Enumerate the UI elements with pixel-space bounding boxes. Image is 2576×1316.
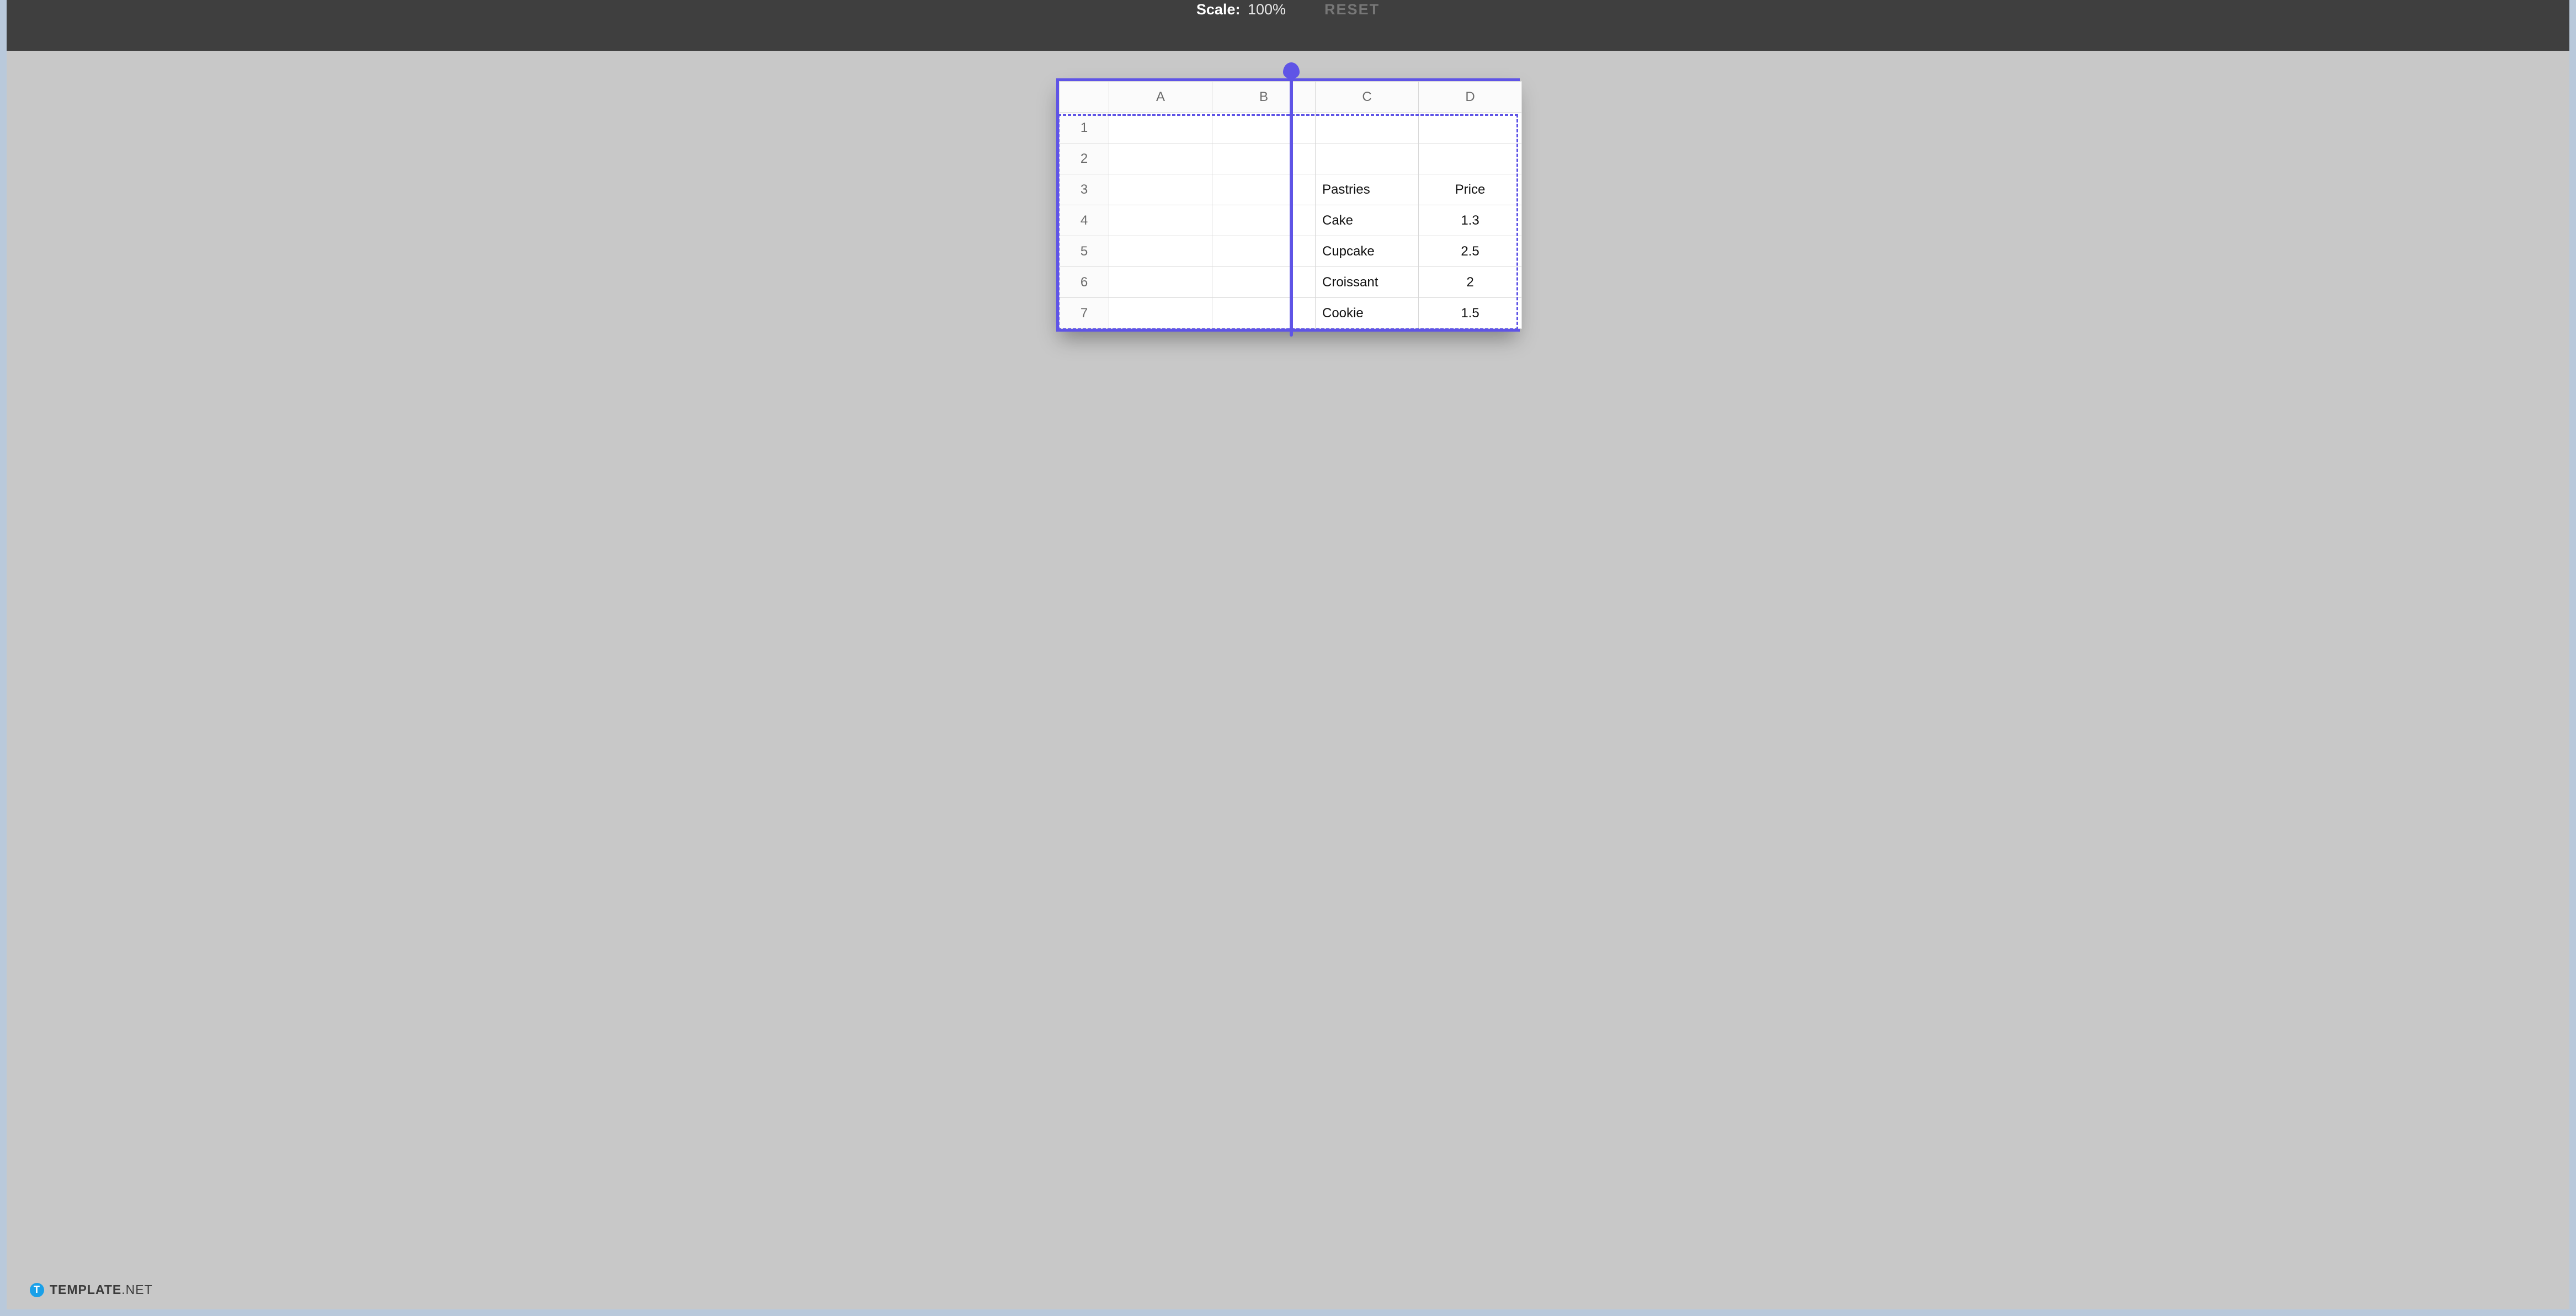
- cell-a1[interactable]: [1109, 113, 1212, 143]
- scale-label: Scale:: [1196, 1, 1241, 18]
- cell-b2[interactable]: [1212, 143, 1316, 174]
- row-header-1[interactable]: 1: [1060, 113, 1109, 143]
- watermark-brand-thin: .NET: [121, 1282, 152, 1297]
- cell-d7[interactable]: 1.5: [1419, 298, 1522, 329]
- row-header-6[interactable]: 6: [1060, 267, 1109, 298]
- watermark-logo-icon: T: [30, 1283, 44, 1297]
- cell-c4[interactable]: Cake: [1316, 205, 1419, 236]
- cell-c2[interactable]: [1316, 143, 1419, 174]
- column-header-c[interactable]: C: [1316, 82, 1419, 113]
- cell-b5[interactable]: [1212, 236, 1316, 267]
- row-4: 4 Cake 1.3: [1060, 205, 1522, 236]
- column-header-d[interactable]: D: [1419, 82, 1522, 113]
- row-5: 5 Cupcake 2.5: [1060, 236, 1522, 267]
- cell-d4[interactable]: 1.3: [1419, 205, 1522, 236]
- row-1: 1: [1060, 113, 1522, 143]
- cell-a5[interactable]: [1109, 236, 1212, 267]
- cell-c6[interactable]: Croissant: [1316, 267, 1419, 298]
- cell-b4[interactable]: [1212, 205, 1316, 236]
- row-header-3[interactable]: 3: [1060, 174, 1109, 205]
- cell-b1[interactable]: [1212, 113, 1316, 143]
- row-header-7[interactable]: 7: [1060, 298, 1109, 329]
- row-7: 7 Cookie 1.5: [1060, 298, 1522, 329]
- cell-d6[interactable]: 2: [1419, 267, 1522, 298]
- cell-c1[interactable]: [1316, 113, 1419, 143]
- spreadsheet-grid[interactable]: A B C D 1 2: [1059, 81, 1522, 329]
- spreadsheet-object[interactable]: A B C D 1 2: [1056, 78, 1520, 332]
- row-3: 3 Pastries Price: [1060, 174, 1522, 205]
- reset-button[interactable]: RESET: [1324, 1, 1380, 18]
- scale-value: 100%: [1248, 1, 1286, 18]
- column-header-b[interactable]: B: [1212, 82, 1316, 113]
- row-2: 2: [1060, 143, 1522, 174]
- cell-a4[interactable]: [1109, 205, 1212, 236]
- row-6: 6 Croissant 2: [1060, 267, 1522, 298]
- cell-c3[interactable]: Pastries: [1316, 174, 1419, 205]
- row-header-4[interactable]: 4: [1060, 205, 1109, 236]
- cell-c7[interactable]: Cookie: [1316, 298, 1419, 329]
- cell-a6[interactable]: [1109, 267, 1212, 298]
- watermark-text: TEMPLATE.NET: [50, 1282, 153, 1297]
- cell-a2[interactable]: [1109, 143, 1212, 174]
- watermark-brand-bold: TEMPLATE: [50, 1282, 121, 1297]
- cell-d2[interactable]: [1419, 143, 1522, 174]
- row-header-2[interactable]: 2: [1060, 143, 1109, 174]
- cell-b7[interactable]: [1212, 298, 1316, 329]
- cell-d1[interactable]: [1419, 113, 1522, 143]
- watermark: T TEMPLATE.NET: [30, 1282, 153, 1297]
- cell-b3[interactable]: [1212, 174, 1316, 205]
- spreadsheet-frame: A B C D 1 2: [1056, 78, 1520, 332]
- top-toolbar: Scale: 100% RESET: [7, 0, 2569, 51]
- cell-c5[interactable]: Cupcake: [1316, 236, 1419, 267]
- cell-d5[interactable]: 2.5: [1419, 236, 1522, 267]
- column-resize-handle-icon[interactable]: [1283, 62, 1300, 79]
- cell-b6[interactable]: [1212, 267, 1316, 298]
- column-header-row: A B C D: [1060, 82, 1522, 113]
- editor-canvas[interactable]: A B C D 1 2: [7, 51, 2569, 1309]
- scale-display: Scale: 100%: [1196, 1, 1286, 18]
- cell-a3[interactable]: [1109, 174, 1212, 205]
- row-header-5[interactable]: 5: [1060, 236, 1109, 267]
- cell-a7[interactable]: [1109, 298, 1212, 329]
- corner-cell[interactable]: [1060, 82, 1109, 113]
- cell-d3[interactable]: Price: [1419, 174, 1522, 205]
- column-header-a[interactable]: A: [1109, 82, 1212, 113]
